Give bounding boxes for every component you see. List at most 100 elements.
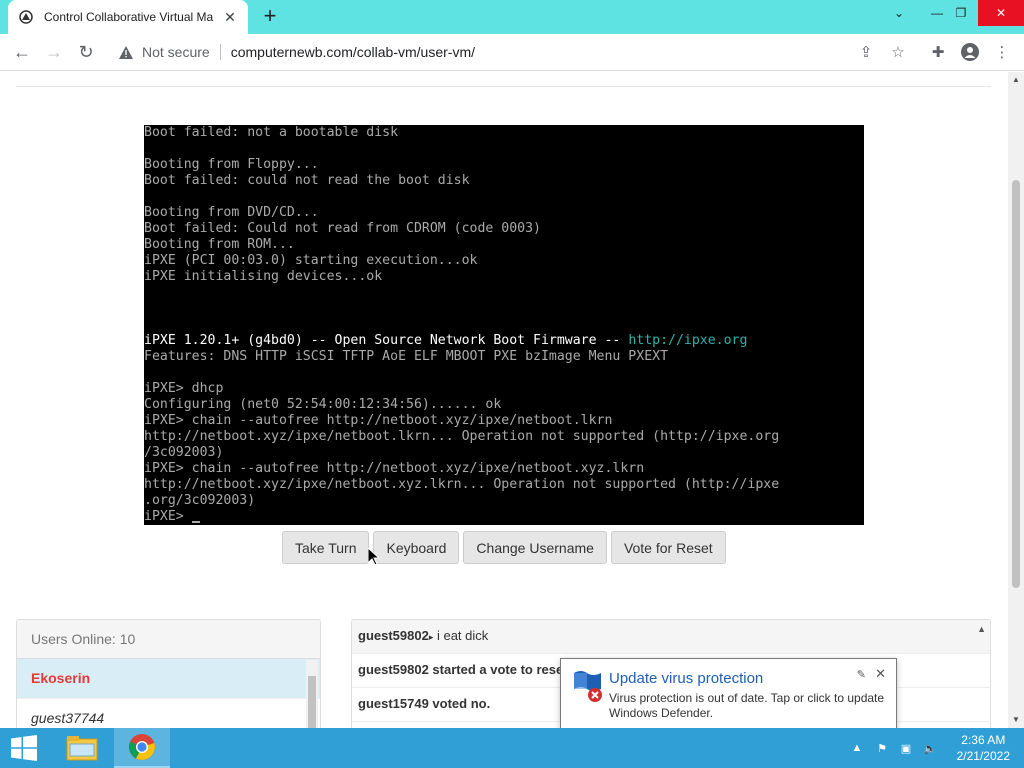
browser-toolbar: ← → ↻ Not secure computernewb.com/collab…	[0, 34, 1024, 71]
console-line: iPXE> chain --autofree http://netboot.xy…	[144, 413, 864, 429]
start-button[interactable]	[0, 728, 48, 768]
console-line: Booting from Floppy...	[144, 157, 864, 173]
mouse-cursor-icon	[368, 548, 380, 566]
console-line: Boot failed: could not read the boot dis…	[144, 173, 864, 189]
users-online-panel: Users Online: 10 Ekoserin guest37744	[16, 619, 321, 728]
url-text[interactable]: computernewb.com/collab-vm/user-vm/	[231, 44, 475, 60]
console-line-text: iPXE (PCI 00:03.0) starting execution...…	[144, 253, 478, 268]
change-username-button[interactable]: Change Username	[463, 531, 607, 564]
tab-title: Control Collaborative Virtual Ma	[44, 10, 214, 24]
pin-icon[interactable]: ✎	[857, 668, 866, 681]
page-content: Boot failed: not a bootable disk Booting …	[0, 72, 1008, 728]
profile-avatar-icon[interactable]	[960, 42, 980, 62]
browser-tab[interactable]: Control Collaborative Virtual Ma ✕	[8, 0, 248, 34]
defender-notification[interactable]: Update virus protection Virus protection…	[560, 658, 897, 730]
new-tab-button[interactable]: +	[258, 5, 282, 29]
console-link: http://ipxe.org	[628, 333, 748, 348]
network-icon[interactable]: ▣	[896, 728, 916, 768]
console-line-text: Booting from Floppy...	[144, 157, 319, 172]
chat-system-text: guest59802 started a vote to rese	[358, 662, 564, 677]
file-explorer-taskbar-button[interactable]	[54, 728, 110, 768]
clock-date: 2/21/2022	[956, 749, 1010, 763]
console-line-text: Boot failed: not a bootable disk	[144, 125, 399, 140]
folder-icon	[66, 736, 98, 761]
console-line-text: iPXE 1.20.1+ (g4bd0) -- Open Source Netw…	[144, 333, 629, 348]
console-line-text: /3c092003)	[144, 445, 224, 460]
scroll-down-icon[interactable]: ▼	[1008, 712, 1024, 728]
console-line: http://netboot.xyz/ipxe/netboot.xyz.lkrn…	[144, 477, 864, 493]
console-line-text: http://netboot.xyz/ipxe/netboot.lkrn... …	[144, 429, 780, 444]
console-line-text: Features: DNS HTTP iSCSI TFTP AoE ELF MB…	[144, 349, 669, 364]
chat-username: guest59802	[358, 628, 429, 643]
users-online-header: Users Online: 10	[17, 620, 320, 659]
user-list-item[interactable]: Ekoserin	[17, 659, 320, 699]
console-cursor	[191, 521, 200, 523]
console-line-text: iPXE>	[144, 509, 192, 524]
tab-strip: Control Collaborative Virtual Ma ✕ + ⌄ —…	[0, 0, 1024, 34]
console-line: http://netboot.xyz/ipxe/netboot.lkrn... …	[144, 429, 864, 445]
users-scrollbar[interactable]	[306, 660, 318, 728]
console-line: Booting from ROM...	[144, 237, 864, 253]
bookmark-star-icon[interactable]: ☆	[888, 42, 908, 62]
console-line-text: iPXE> chain --autofree http://netboot.xy…	[144, 461, 645, 476]
console-line: Boot failed: not a bootable disk	[144, 125, 864, 141]
volume-muted-icon[interactable]: 🔈	[920, 728, 940, 768]
collabvm-favicon-icon	[18, 9, 34, 25]
console-line: iPXE> chain --autofree http://netboot.xy…	[144, 461, 864, 477]
console-line-text: Boot failed: Could not read from CDROM (…	[144, 221, 541, 236]
close-window-button[interactable]: ✕	[978, 0, 1024, 26]
warning-icon[interactable]	[118, 44, 134, 60]
not-secure-label: Not secure	[142, 44, 210, 60]
show-hidden-icons[interactable]: ▲	[850, 728, 864, 768]
top-divider	[16, 86, 991, 87]
reload-icon[interactable]: ↻	[74, 40, 98, 64]
page-scrollbar[interactable]: ▲ ▼	[1008, 72, 1024, 728]
back-arrow-icon[interactable]: ←	[10, 40, 34, 64]
notification-close-icon[interactable]: ✕	[875, 666, 886, 682]
keyboard-button[interactable]: Keyboard	[373, 531, 460, 564]
forward-arrow-icon[interactable]: →	[42, 40, 66, 64]
console-line: Configuring (net0 52:54:00:12:34:56)....…	[144, 397, 864, 413]
scrollbar-thumb[interactable]	[1012, 180, 1020, 588]
console-line-text: http://netboot.xyz/ipxe/netboot.xyz.lkrn…	[144, 477, 780, 492]
take-turn-button[interactable]: Take Turn	[282, 531, 370, 564]
console-line: iPXE initialising devices...ok	[144, 269, 864, 285]
vote-reset-button[interactable]: Vote for Reset	[610, 531, 726, 564]
vm-screen[interactable]: Boot failed: not a bootable disk Booting …	[144, 125, 864, 525]
notification-title: Update virus protection	[609, 670, 764, 687]
console-line: Features: DNS HTTP iSCSI TFTP AoE ELF MB…	[144, 349, 864, 365]
chat-message: guest59802▸ i eat dick	[352, 620, 990, 654]
chat-system-text: guest15749 voted no.	[358, 696, 491, 711]
restore-button[interactable]: ❐	[944, 0, 978, 26]
extensions-puzzle-icon[interactable]: ✚	[928, 42, 948, 62]
console-line: .org/3c092003)	[144, 493, 864, 509]
chat-scroll-up-icon[interactable]: ▲	[977, 624, 986, 634]
action-center-flag-icon[interactable]: ⚑	[872, 728, 892, 768]
console-line: Boot failed: Could not read from CDROM (…	[144, 221, 864, 237]
tab-close-icon[interactable]: ✕	[222, 9, 238, 25]
clock-time: 2:36 AM	[961, 733, 1006, 747]
chrome-taskbar-button[interactable]	[114, 728, 170, 768]
console-line-text: Booting from DVD/CD...	[144, 205, 319, 220]
console-line-text: iPXE initialising devices...ok	[144, 269, 383, 284]
console-line-text: iPXE> chain --autofree http://netboot.xy…	[144, 413, 613, 428]
address-bar[interactable]: Not secure computernewb.com/collab-vm/us…	[108, 38, 916, 66]
console-line: iPXE> dhcp	[144, 381, 864, 397]
taskbar-clock[interactable]: 2:36 AM 2/21/2022	[957, 732, 1010, 764]
windows-logo-icon	[11, 735, 37, 761]
scroll-up-icon[interactable]: ▲	[1008, 72, 1024, 88]
console-line-text: Booting from ROM...	[144, 237, 295, 252]
console-line: iPXE>	[144, 509, 864, 525]
vm-controls: Take Turn Keyboard Change Username Vote …	[282, 531, 726, 564]
share-icon[interactable]: ⇪	[856, 42, 876, 62]
console-line: Booting from DVD/CD...	[144, 205, 864, 221]
tab-search-icon[interactable]: ⌄	[882, 0, 916, 26]
chrome-menu-icon[interactable]: ⋮	[992, 42, 1012, 62]
user-list-item[interactable]: guest37744	[17, 699, 320, 728]
